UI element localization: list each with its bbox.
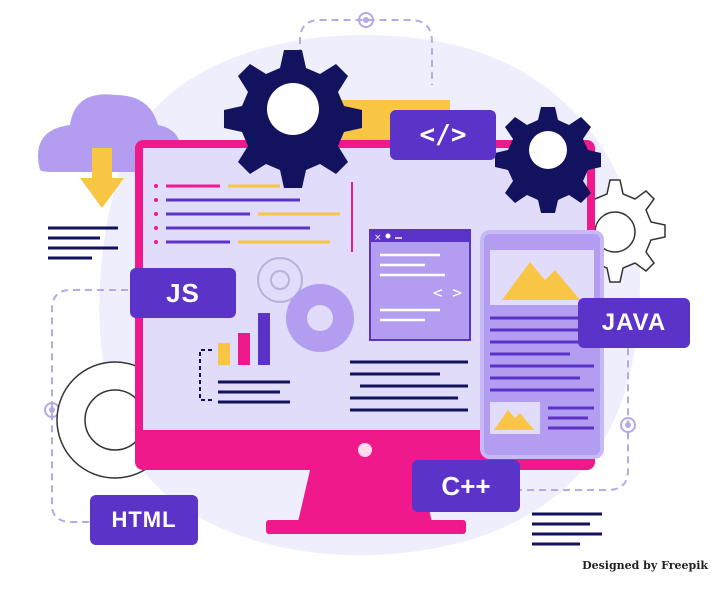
gear-icon [495,107,601,213]
text-lines [532,512,602,546]
svg-text:< >: < > [433,283,462,302]
code-tag-badge: </> [390,110,496,160]
java-badge: JAVA [578,298,690,348]
html-badge: HTML [90,495,198,545]
cpp-badge: C++ [412,460,520,512]
gear-icon [224,50,362,188]
code-window-icon: × < > [369,229,471,341]
credit-text: Designed by Freepik [582,559,708,572]
svg-text:×: × [374,233,382,243]
gear-icon [286,284,354,352]
js-badge: JS [130,268,236,318]
